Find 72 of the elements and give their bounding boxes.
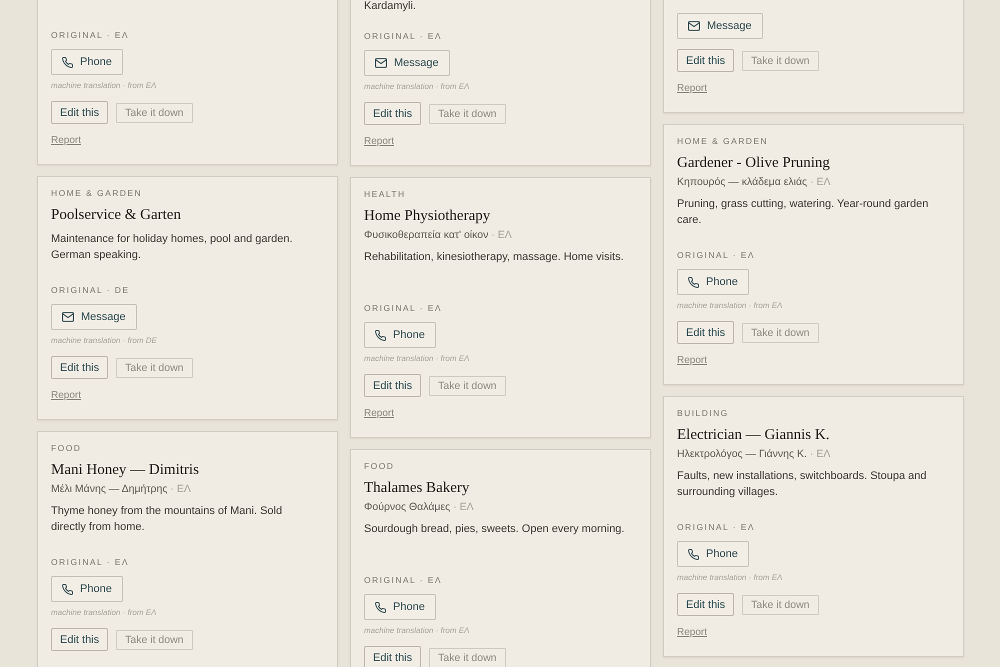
listing-description: Faults, new installations, switchboards. Stoupa and surrounding villages. (677, 469, 928, 500)
edit-button[interactable]: Edit this (364, 374, 422, 397)
contact-button[interactable]: Phone (51, 49, 123, 75)
native-name: Κηπουρός — κλάδεμα ελιάς (677, 176, 808, 188)
translation-note: machine translation · from ΕΛ (677, 573, 782, 583)
contact-button[interactable]: Phone (51, 576, 123, 602)
edit-button[interactable]: Edit this (364, 102, 422, 125)
contact-button[interactable]: Message (677, 13, 763, 39)
original-language-label: ORIGINAL · ΕΛ (364, 30, 442, 42)
original-language-label: ORIGINAL · DE (51, 284, 130, 296)
listing-title: Thalames Bakery (364, 479, 470, 498)
phone-icon (62, 56, 73, 68)
translation-note: machine translation · from ΕΛ (364, 626, 470, 636)
original-language-label: ORIGINAL · ΕΛ (364, 302, 442, 314)
edit-button[interactable]: Edit this (677, 49, 734, 72)
edit-button[interactable]: Edit this (677, 321, 734, 344)
contact-button[interactable]: Message (364, 50, 450, 76)
listing-title: Mani Honey — Dimitris (51, 461, 199, 480)
edit-button[interactable]: Edit this (677, 593, 734, 616)
phone-icon (688, 276, 699, 288)
original-language-label: ORIGINAL · ΕΛ (364, 574, 442, 586)
contact-button[interactable]: Phone (677, 541, 749, 567)
edit-button[interactable]: Edit this (51, 101, 108, 124)
phone-icon (62, 584, 73, 594)
native-name: Μέλι Μάνης — Δημήτρης (51, 483, 168, 495)
phone-icon (375, 602, 386, 612)
listing-description: Rehabilitation, kinesiotherapy, massage. Home visits. (364, 250, 624, 265)
phone-icon (375, 330, 386, 340)
language-tag: · ΕΛ (170, 483, 191, 495)
phone-icon (688, 548, 699, 560)
translation-note: machine translation · from ΕΛ (51, 81, 156, 91)
listing-description: Sourdough bread, pies, sweets. Open every morning. (364, 522, 624, 537)
contact-button[interactable]: Phone (364, 322, 436, 348)
listing-description: Pruning, grass cutting, watering. Year-round garden care. (677, 197, 930, 228)
language-tag: · ΕΛ (453, 501, 474, 513)
native-name: Ηλεκτρολόγος — Γιάννης Κ. (677, 448, 807, 460)
category-label: HEALTH (364, 188, 406, 200)
translation-note: machine translation · from ΕΛ (51, 608, 156, 618)
translation-note: machine translation · from ΕΛ (364, 82, 470, 92)
listing-title: Home Physiotherapy (364, 207, 490, 226)
translation-note: machine translation · from ΕΛ (677, 301, 782, 311)
category-label: HOME & GARDEN (677, 135, 768, 147)
edit-button[interactable]: Edit this (364, 646, 422, 667)
envelope-icon (375, 58, 387, 68)
language-tag: · ΕΛ (810, 176, 831, 188)
native-name: Φυσικοθεραπεία κατ' οίκον (364, 229, 488, 241)
category-label: FOOD (51, 442, 82, 454)
envelope-icon (688, 21, 700, 31)
listing-title: Electrician — Giannis K. (677, 426, 830, 445)
listing-description: Maintenance for holiday homes, pool and garden. German speaking. (51, 232, 294, 263)
envelope-icon (62, 312, 74, 322)
listing-description: Thyme honey from the mountains of Mani. Sold directly from home. (51, 504, 284, 535)
original-language-label: ORIGINAL · ΕΛ (677, 521, 756, 533)
contact-button[interactable]: Phone (364, 594, 436, 620)
listing-title: Poolservice & Garten (51, 206, 181, 225)
original-language-label: ORIGINAL · ΕΛ (677, 249, 756, 261)
category-label: HOME & GARDEN (51, 187, 142, 199)
category-label: BUILDING (677, 407, 729, 419)
category-label: FOOD (364, 460, 394, 472)
listing-description: Kardamyli. (364, 0, 416, 12)
language-tag: · ΕΛ (810, 448, 830, 460)
translation-note: machine translation · from DE (51, 336, 157, 346)
edit-button[interactable]: Edit this (51, 356, 108, 379)
contact-button[interactable]: Phone (677, 269, 749, 295)
original-language-label: ORIGINAL · ΕΛ (51, 29, 130, 41)
original-language-label: ORIGINAL · ΕΛ (51, 556, 130, 568)
edit-button[interactable]: Edit this (51, 628, 108, 651)
contact-button[interactable]: Message (51, 304, 137, 330)
language-tag: · ΕΛ (491, 229, 512, 241)
translation-note: machine translation · from ΕΛ (364, 354, 470, 364)
native-name: Φούρνος Θαλάμες (364, 501, 450, 513)
listing-title: Gardener - Olive Pruning (677, 154, 830, 173)
